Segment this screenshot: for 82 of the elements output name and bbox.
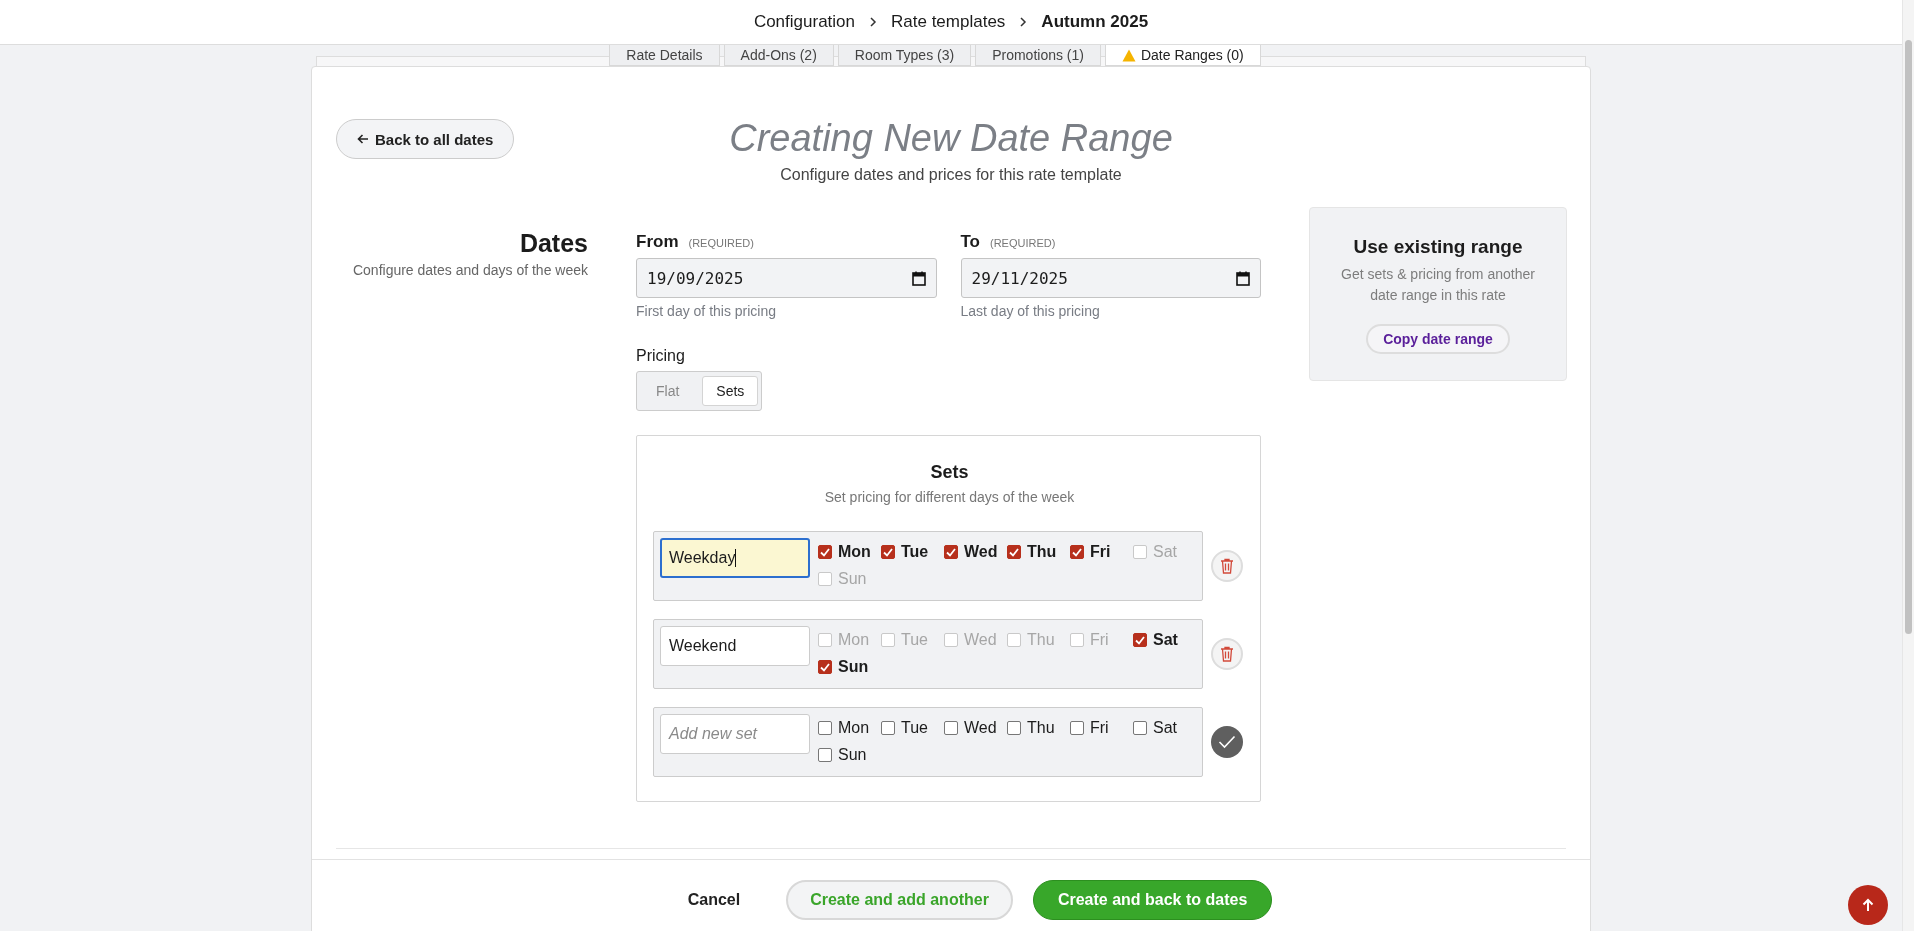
day-checkbox[interactable] [1007,545,1021,559]
tab[interactable]: Promotions (1) [975,45,1101,66]
field-label: From [636,232,679,252]
day-checkbox[interactable] [944,545,958,559]
delete-button[interactable] [1211,638,1243,670]
confirm-button[interactable] [1211,726,1243,758]
cancel-button[interactable]: Cancel [681,890,747,910]
page-subtitle: Configure dates and prices for this rate template [780,166,1122,184]
day-label: Fri [1090,631,1109,649]
scrollbar[interactable] [1902,0,1914,931]
section-description: Configure dates and days of the week [351,262,588,278]
day-label: Tue [901,719,928,737]
panel-description: Get sets & pricing from another date range in this rate [1340,265,1536,305]
day-label: Tue [901,631,928,649]
day-checkbox[interactable] [1070,721,1084,735]
tab[interactable]: Date Ranges (0) [1104,45,1261,66]
calendar-icon[interactable] [1236,270,1250,286]
day-label: Fri [1090,543,1111,561]
day-label: Mon [838,543,871,561]
day-label: Wed [964,719,997,737]
trash-icon [1220,646,1234,662]
field-hint: Last day of this pricing [960,303,1101,319]
day-checkbox[interactable] [818,660,832,674]
checkmark-icon [1218,735,1236,749]
sets-subtitle: Set pricing for different days of the week [823,489,1076,505]
day-label: Tue [901,543,929,561]
arrow-left-icon [357,134,369,144]
delete-button[interactable] [1211,550,1243,582]
scroll-to-top-button[interactable] [1848,885,1888,925]
breadcrumb-item[interactable]: Configuration [753,12,855,32]
sets-title: Sets [929,462,970,483]
day-label: Sat [1153,719,1177,737]
set-name-field[interactable]: Add new set [660,714,810,754]
day-label: Thu [1027,543,1057,561]
set-name-field[interactable]: Weekend [660,626,810,666]
arrow-up-icon [1862,898,1874,912]
tab[interactable]: Add-Ons (2) [723,45,834,66]
day-checkbox[interactable] [881,721,895,735]
tab[interactable]: Room Types (3) [837,45,972,66]
pricing-option[interactable]: Sets [702,376,759,406]
field-hint: First day of this pricing [636,303,778,319]
day-checkbox[interactable] [1133,721,1147,735]
warning-icon [1121,48,1136,62]
day-label: Sun [838,746,867,764]
field-label: To [960,232,980,252]
calendar-icon[interactable] [911,270,926,286]
day-label: Thu [1027,631,1055,649]
day-checkbox[interactable] [1070,545,1084,559]
date-field[interactable]: 19/09/2025 [636,258,937,298]
copy-date-range-button[interactable]: Copy date range [1366,324,1510,354]
field-label: Pricing [636,347,686,365]
back-button[interactable]: Back to all dates [336,119,515,159]
day-checkbox[interactable] [944,721,958,735]
day-label: Sun [838,570,867,588]
day-label: Mon [838,719,870,737]
day-label: Sun [838,658,869,676]
day-label: Fri [1090,719,1109,737]
day-checkbox[interactable] [1133,633,1147,647]
set-name-field[interactable]: Weekday [660,538,810,578]
tab[interactable]: Rate Details [609,45,720,66]
day-label: Sat [1153,631,1178,649]
day-label: Wed [964,631,997,649]
day-checkbox[interactable] [818,545,832,559]
page-title: Creating New Date Range [729,117,1173,160]
day-checkbox[interactable] [818,748,832,762]
breadcrumb-separator-icon [1019,17,1028,27]
section-heading: Dates [518,229,588,258]
required-label: (REQUIRED) [688,237,754,249]
day-checkbox[interactable] [818,721,832,735]
breadcrumb-item[interactable]: Rate templates [891,12,1006,32]
panel-title: Use existing range [1352,236,1524,258]
day-checkbox[interactable] [881,545,895,559]
trash-icon [1220,558,1234,574]
day-label: Mon [838,631,870,649]
day-label: Wed [964,543,998,561]
day-label: Thu [1027,719,1055,737]
required-label: (REQUIRED) [990,237,1056,249]
date-field[interactable]: 29/11/2025 [960,258,1261,298]
day-checkbox[interactable] [1007,721,1021,735]
day-label: Sat [1153,543,1177,561]
breadcrumb-separator-icon [869,17,877,27]
breadcrumb-item: Autumn 2025 [1041,12,1149,32]
